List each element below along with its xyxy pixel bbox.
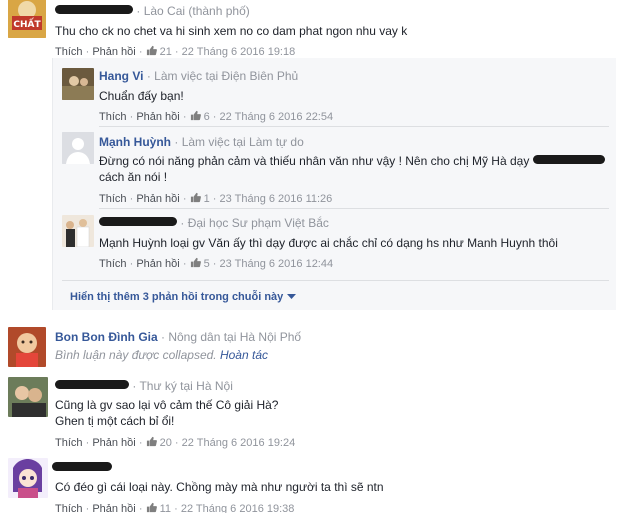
comment-text: Có đéo gì cái loại này. Chồng mày mà như…	[55, 480, 384, 494]
reply-link[interactable]: Phản hồi	[92, 437, 135, 449]
reply-link[interactable]: Phản hồi	[92, 46, 135, 58]
author-meta: Thư ký tại Hà Nội	[139, 379, 233, 393]
divider	[62, 280, 609, 281]
timestamp[interactable]: 22 Tháng 6 2016 19:18	[182, 46, 296, 58]
author-name[interactable]: Hang Vi	[99, 69, 143, 83]
author-meta: Làm việc tại Làm tự do	[181, 135, 304, 149]
divider	[99, 126, 609, 127]
comment-actions: Thích · Phản hồi · 20 · 22 Tháng 6 2016 …	[55, 436, 296, 449]
reply-link[interactable]: Phản hồi	[136, 111, 179, 123]
reply-header: Hang Vi · Làm việc tại Điện Biên Phủ	[99, 69, 299, 83]
reply-text: Đừng có nói năng phản cảm và thiếu nhân …	[99, 153, 605, 169]
chevron-down-icon	[286, 294, 296, 299]
reply-link[interactable]: Phản hồi	[136, 258, 179, 270]
avatar[interactable]	[8, 327, 46, 367]
undo-link[interactable]: Hoàn tác	[220, 348, 268, 362]
thumbs-up-icon	[146, 502, 157, 513]
comment-text-cont: Ghen tị một cách bỉ ổi!	[55, 414, 175, 428]
timestamp[interactable]: 22 Tháng 6 2016 19:24	[182, 437, 296, 449]
like-link[interactable]: Thích	[99, 258, 127, 270]
thumbs-up-icon	[146, 45, 157, 56]
comment-text: Thu cho ck no chet va hi sinh xem no co …	[55, 24, 408, 38]
comment-header	[52, 461, 112, 475]
reply-header: Mạnh Huỳnh · Làm việc tại Làm tự do	[99, 135, 304, 149]
redacted-author	[99, 217, 177, 226]
reply-actions: Thích · Phản hồi · 6 · 22 Tháng 6 2016 2…	[99, 110, 334, 123]
reply-header: · Đại học Sư phạm Việt Bắc	[99, 216, 329, 230]
like-link[interactable]: Thích	[55, 46, 83, 58]
avatar[interactable]	[8, 377, 48, 417]
like-count: 11	[159, 503, 172, 513]
redacted-author	[55, 380, 129, 389]
comment-text: Cũng là gv sao lại vô cảm thế Cô giải Hà…	[55, 398, 279, 412]
comment-header: Bon Bon Đình Gia · Nông dân tại Hà Nội P…	[55, 330, 302, 344]
thumbs-up-icon	[190, 192, 201, 203]
reply-actions: Thích · Phản hồi · 5 · 23 Tháng 6 2016 1…	[99, 257, 334, 270]
reply-text-cont: cách ăn nói !	[99, 170, 168, 184]
avatar[interactable]	[8, 458, 48, 498]
timestamp[interactable]: 22 Tháng 6 2016 19:38	[181, 503, 295, 513]
collapsed-notice: Bình luận này được collapsed. Hoàn tác	[55, 348, 268, 362]
reply-text: Mạnh Huỳnh loại gv Văn ấy thì dạy được a…	[99, 236, 558, 250]
comment-header: · Lào Cai (thành phố)	[55, 4, 250, 18]
thumbs-up-icon	[190, 257, 201, 268]
like-count: 5	[203, 258, 210, 270]
like-count: 1	[203, 193, 210, 205]
author-name[interactable]: Bon Bon Đình Gia	[55, 330, 158, 344]
reply-actions: Thích · Phản hồi · 1 · 23 Tháng 6 2016 1…	[99, 192, 333, 205]
author-meta: Đại học Sư phạm Việt Bắc	[187, 216, 329, 230]
reply-text: Chuẩn đấy bạn!	[99, 89, 184, 103]
reply-link[interactable]: Phản hồi	[92, 503, 135, 513]
avatar[interactable]	[62, 68, 94, 100]
avatar[interactable]	[62, 215, 94, 247]
comment-header: · Thư ký tại Hà Nội	[55, 379, 233, 393]
like-count: 6	[203, 111, 210, 123]
author-meta: Làm việc tại Điện Biên Phủ	[154, 69, 299, 83]
redacted-author	[55, 5, 133, 14]
avatar-placeholder[interactable]	[62, 132, 94, 164]
like-count: 20	[159, 437, 172, 449]
redacted-text	[532, 155, 605, 164]
author-meta: Nông dân tại Hà Nội Phố	[168, 330, 302, 344]
like-link[interactable]: Thích	[55, 503, 83, 513]
thumbs-up-icon	[190, 110, 201, 121]
redacted-author	[52, 462, 112, 471]
author-meta: Lào Cai (thành phố)	[143, 4, 250, 18]
avatar[interactable]: CHẤT	[8, 0, 46, 38]
like-count: 21	[159, 46, 172, 58]
show-more-replies-link[interactable]: Hiển thị thêm 3 phản hồi trong chuỗi này	[70, 289, 296, 303]
like-link[interactable]: Thích	[55, 437, 83, 449]
like-link[interactable]: Thích	[99, 193, 127, 205]
comment-actions: Thích · Phản hồi · 11 · 22 Tháng 6 2016 …	[55, 502, 295, 513]
thumbs-up-icon	[146, 436, 157, 447]
timestamp[interactable]: 22 Tháng 6 2016 22:54	[220, 111, 334, 123]
author-name[interactable]: Mạnh Huỳnh	[99, 135, 171, 149]
divider	[99, 208, 609, 209]
comment-actions: Thích · Phản hồi · 21 · 22 Tháng 6 2016 …	[55, 45, 296, 58]
timestamp[interactable]: 23 Tháng 6 2016 12:44	[220, 258, 334, 270]
reply-link[interactable]: Phản hồi	[136, 193, 179, 205]
like-link[interactable]: Thích	[99, 111, 127, 123]
timestamp[interactable]: 23 Tháng 6 2016 11:26	[220, 193, 333, 205]
